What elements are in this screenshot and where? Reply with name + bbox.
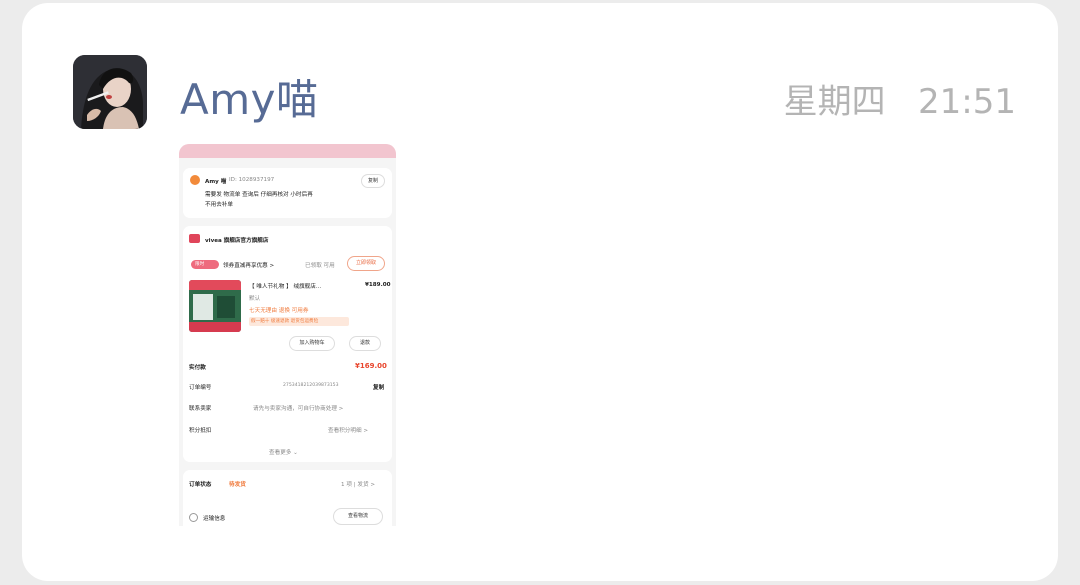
shot-status-value: 待发货 [229,482,246,488]
shot-promo-grey: 已领取 可用 [305,263,335,269]
shot-header-button: 复制 [361,174,385,188]
shot-product-tags: 假一赔十 极速退款 退货包运费险 [251,319,319,324]
shot-header-text-2: 不用去补单 [205,202,233,208]
shot-value-contact: 请先与卖家沟通，可自行协商处理 > [253,406,344,412]
shot-product-sku: 默认 [249,296,261,302]
shot-product-desc: 七天无理由 退换 可用券 [249,308,309,314]
product-thumbnail-image [189,280,241,332]
shot-refund-button: 退款 [349,336,381,351]
logistics-circle-icon [189,513,198,522]
screenshot-status-panel: 订单状态 待发货 1 项 | 发货 > 运输信息 查看物流 [183,470,392,526]
screenshot-order-panel: vivea 旗舰店官方旗舰店 限时 领券直减再享优惠 > 已领取 可用 立即领取… [183,226,392,462]
shot-value-points: 查看积分明细 > [328,428,369,434]
sender-avatar[interactable] [73,55,147,129]
shot-add-button: 加入购物车 [289,336,335,351]
order-screenshot-image[interactable]: Amy 喵 ID: 1028937197 复制 需要发 物流单 查询后 仔细再核… [179,144,396,526]
shot-label-points: 积分抵扣 [189,428,212,434]
sender-name[interactable]: Amy喵 [180,66,319,127]
shot-label-logistics: 运输信息 [203,516,226,522]
shot-copy: 复制 [373,385,385,391]
shot-shop-name: vivea 旗舰店官方旗舰店 [205,238,269,244]
shot-product-title: 【 唯人节礼物 】 绒旗舰店... [249,284,322,290]
shot-status-right: 1 项 | 发货 > [341,482,376,488]
shot-value-paid: ¥169.00 [355,362,387,370]
shot-promo-tag: 限时 [195,262,205,267]
shot-value-order: 2753418212039873153 [283,383,339,388]
seller-dot-icon [190,175,200,185]
shot-view-more: 查看更多 ⌄ [269,450,298,456]
screenshot-top-bar [179,144,396,158]
shot-promo-button: 立即领取 [347,256,385,271]
shot-promo-text: 领券直减再享优惠 > [223,263,275,269]
shop-icon [189,234,200,243]
shot-label-contact: 联系卖家 [189,406,212,412]
shot-header-text-1: 需要发 物流单 查询后 仔细再核对 小时后再 [205,192,313,198]
shot-product-price: ¥189.00 [365,282,391,288]
shot-label-paid: 实付款 [189,365,206,371]
shot-label-order: 订单编号 [189,385,212,391]
shot-label-status: 订单状态 [189,482,212,488]
shot-header-name: Amy 喵 [205,179,227,185]
shot-view-button: 查看物流 [333,508,383,525]
screenshot-header-panel: Amy 喵 ID: 1028937197 复制 需要发 物流单 查询后 仔细再核… [183,168,392,218]
message-time: 星期四 21:51 [783,82,1016,122]
shot-header-sub: ID: 1028937197 [229,177,275,183]
